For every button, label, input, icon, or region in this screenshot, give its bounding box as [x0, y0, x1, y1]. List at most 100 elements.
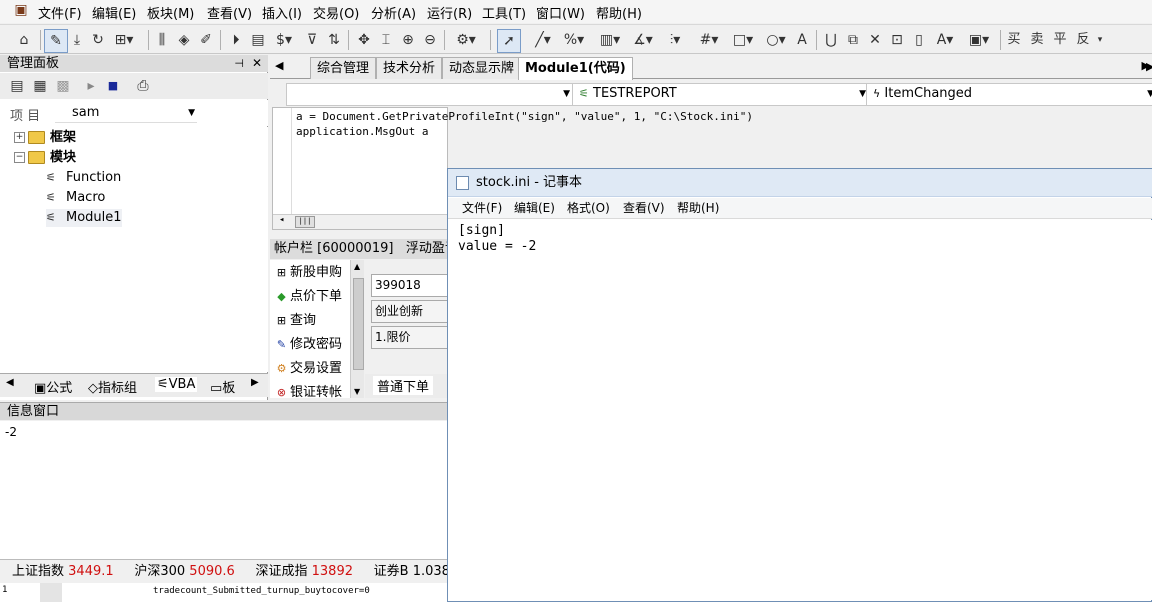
- object-combo[interactable]: ⚟ TESTREPORT ▼: [572, 83, 870, 106]
- scroll-thumb[interactable]: [353, 278, 364, 370]
- grid-icon[interactable]: ⊞▾: [111, 29, 137, 51]
- channel-tool-icon[interactable]: ⫶▾: [662, 29, 688, 51]
- tab-general-management[interactable]: 综合管理: [310, 57, 377, 79]
- tab-formula[interactable]: ▣公式: [34, 377, 72, 396]
- lock-icon[interactable]: ⊡: [889, 29, 905, 51]
- tree-node-framework[interactable]: + 框架: [14, 129, 76, 147]
- zoom-in-icon[interactable]: ⊕: [399, 29, 417, 51]
- notepad-menu-file[interactable]: 文件(F): [462, 198, 502, 219]
- tree-node-function[interactable]: ⚟ Function: [46, 169, 121, 187]
- zoom-out-icon[interactable]: ⊖: [421, 29, 439, 51]
- event-combo[interactable]: ϟ ItemChanged ▼: [866, 83, 1152, 106]
- tab-technical-analysis[interactable]: 技术分析: [376, 57, 443, 79]
- document-icon[interactable]: ▤: [249, 29, 267, 51]
- horizontal-scrollbar[interactable]: ◂ |||: [273, 214, 447, 229]
- tab-scroll-right-icon[interactable]: ▶: [251, 377, 259, 388]
- tab-module1-code[interactable]: Module1(代码): [518, 57, 633, 80]
- account-menu-scrollbar[interactable]: ▲ ▼: [350, 260, 364, 398]
- filter-icon[interactable]: ⊽: [303, 29, 321, 51]
- tree-node-macro[interactable]: ⚟ Macro: [46, 189, 105, 207]
- menu-insert[interactable]: 插入(I): [262, 3, 302, 22]
- run-icon[interactable]: ▸: [84, 75, 98, 97]
- scroll-up-icon[interactable]: ▲: [354, 262, 360, 271]
- tab-scroll-left-icon[interactable]: ◀: [6, 377, 14, 388]
- circle-tool-icon[interactable]: ○▾: [762, 29, 790, 51]
- price-type-select[interactable]: 1.限价: [371, 326, 456, 349]
- tab-sector[interactable]: ▭板: [210, 377, 235, 396]
- print-icon[interactable]: ▩: [54, 75, 72, 97]
- code-editor[interactable]: a = Document.GetPrivateProfileInt("sign"…: [272, 107, 753, 230]
- reverse-button[interactable]: 反: [1074, 29, 1092, 51]
- toolbar-overflow-icon[interactable]: ▾: [1094, 29, 1106, 51]
- scroll-left-icon[interactable]: ◂: [279, 215, 284, 225]
- menu-sector[interactable]: 板块(M): [147, 3, 194, 22]
- line-tool-icon[interactable]: ╱▾: [530, 29, 556, 51]
- menu-help[interactable]: 帮助(H): [596, 3, 642, 22]
- tab-vba[interactable]: ⚟VBA: [155, 377, 198, 392]
- stock-code-input[interactable]: 399018: [371, 274, 456, 297]
- export-icon[interactable]: ⎙: [134, 75, 152, 97]
- move-icon[interactable]: ✥: [355, 29, 373, 51]
- settings-icon[interactable]: ⚙▾: [451, 29, 481, 51]
- tree-node-module1[interactable]: ⚟ Module1: [46, 209, 122, 227]
- magnet-icon[interactable]: ⋃: [823, 29, 839, 51]
- menu-window[interactable]: 窗口(W): [536, 3, 585, 22]
- notepad-menu-help[interactable]: 帮助(H): [677, 198, 719, 219]
- ruler-icon[interactable]: ⌶: [377, 29, 395, 51]
- layout-icon[interactable]: ▦: [31, 75, 49, 97]
- account-item-click-order[interactable]: ◆ 点价下单: [275, 286, 342, 308]
- percent-tool-icon[interactable]: %▾: [562, 29, 586, 51]
- notepad-menu-format[interactable]: 格式(O): [567, 198, 610, 219]
- expand-icon[interactable]: +: [14, 132, 25, 143]
- close-position-button[interactable]: 平: [1051, 29, 1069, 51]
- delete-icon[interactable]: ✕: [867, 29, 883, 51]
- tabs-scroll-left-icon[interactable]: ◀: [275, 59, 283, 72]
- account-item-change-password[interactable]: ✎ 修改密码: [275, 334, 342, 356]
- dollar-icon[interactable]: $▾: [272, 29, 296, 51]
- bars-tool-icon[interactable]: ▥▾: [596, 29, 624, 51]
- menu-view[interactable]: 查看(V): [207, 3, 252, 22]
- general-combo[interactable]: ▼: [286, 83, 574, 106]
- trash-icon[interactable]: ▯: [911, 29, 927, 51]
- tab-normal-order[interactable]: 普通下单: [373, 376, 434, 395]
- pin-icon[interactable]: ⊣: [234, 55, 244, 72]
- copy-icon[interactable]: ⧉: [845, 29, 861, 51]
- account-item-ipo[interactable]: ⊞ 新股申购: [275, 262, 342, 284]
- menu-file[interactable]: 文件(F): [38, 3, 82, 22]
- buy-button[interactable]: 买: [1005, 29, 1023, 51]
- account-item-trade-settings[interactable]: ⚙ 交易设置: [275, 358, 342, 380]
- cursor-icon[interactable]: ➚: [497, 29, 521, 53]
- stop-icon[interactable]: ■: [106, 75, 120, 97]
- edit-icon[interactable]: ✐: [197, 29, 215, 51]
- tabs-overflow-icon[interactable]: ▶: [1146, 60, 1152, 73]
- menu-tools[interactable]: 工具(T): [482, 3, 526, 22]
- notepad-menu-view[interactable]: 查看(V): [623, 198, 665, 219]
- menu-analysis[interactable]: 分析(A): [371, 3, 416, 22]
- refresh-icon[interactable]: ↻: [89, 29, 107, 51]
- collapse-icon[interactable]: −: [14, 152, 25, 163]
- home-icon[interactable]: ⌂: [14, 29, 34, 51]
- new-icon[interactable]: ▤: [8, 75, 26, 97]
- rectangle-tool-icon[interactable]: □▾: [730, 29, 756, 51]
- account-item-bank-transfer[interactable]: ⊗ 银证转帐: [275, 382, 342, 398]
- save-drawing-icon[interactable]: ▣▾: [966, 29, 992, 51]
- scroll-thumb[interactable]: |||: [295, 216, 315, 228]
- tab-indicator-group[interactable]: ◇指标组: [88, 377, 137, 396]
- alert-icon[interactable]: ◈: [175, 29, 193, 51]
- notepad-text-area[interactable]: [sign] value = -2: [448, 220, 1152, 600]
- angle-tool-icon[interactable]: ∡▾: [630, 29, 656, 51]
- transfer-icon[interactable]: ⇅: [325, 29, 343, 51]
- text-tool-icon[interactable]: A: [794, 29, 810, 51]
- close-icon[interactable]: ✕: [252, 55, 262, 72]
- account-item-query[interactable]: ⊞ 查询: [275, 310, 316, 332]
- font-color-icon[interactable]: A▾: [933, 29, 957, 51]
- menu-edit[interactable]: 编辑(E): [92, 3, 136, 22]
- menu-trade[interactable]: 交易(O): [313, 3, 359, 22]
- project-combo[interactable]: sam ▼: [55, 103, 197, 123]
- sell-button[interactable]: 卖: [1028, 29, 1046, 51]
- pen-icon[interactable]: ✎: [44, 29, 68, 53]
- play-icon[interactable]: ⏵: [227, 29, 245, 51]
- download-icon[interactable]: ⤓: [68, 29, 86, 51]
- candlestick-icon[interactable]: ⫼: [153, 29, 171, 51]
- tab-dynamic-board[interactable]: 动态显示牌: [442, 57, 528, 79]
